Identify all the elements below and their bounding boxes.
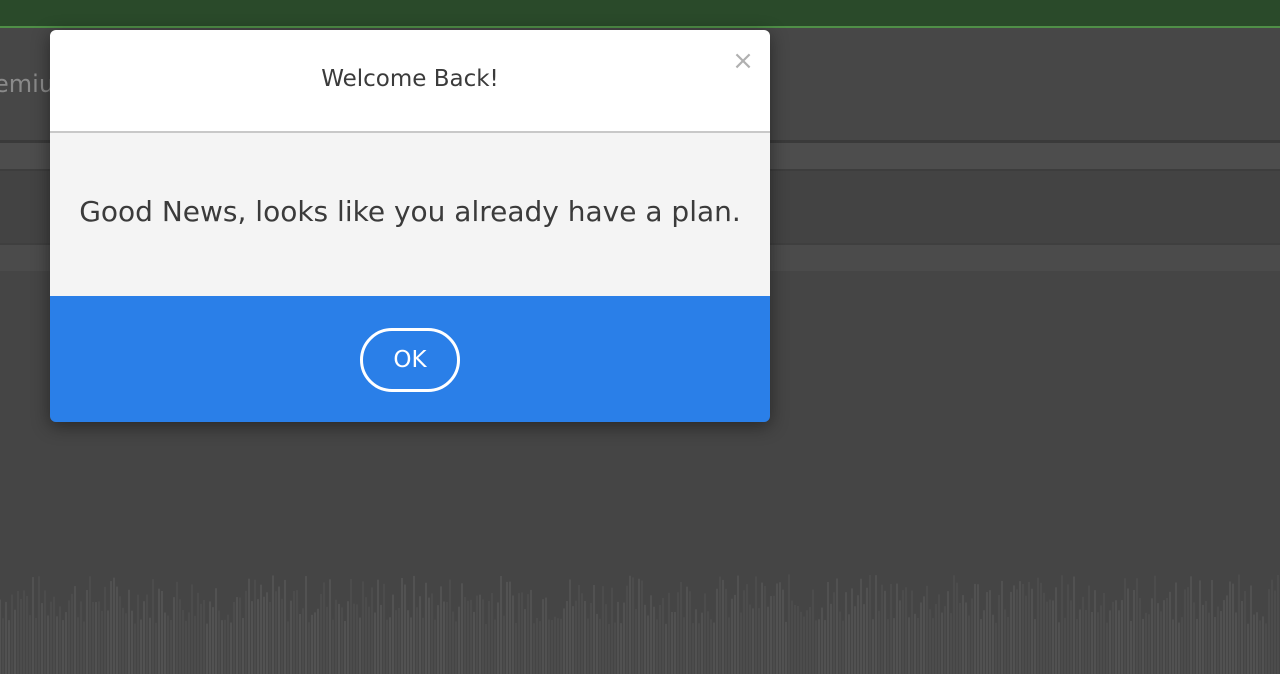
app-window: emiu Welcome Back! × Good News, looks li… [0, 0, 1280, 674]
dialog-body: Good News, looks like you already have a… [50, 133, 770, 296]
dialog-header: Welcome Back! × [50, 30, 770, 133]
background-partial-label: emiu [0, 70, 55, 98]
close-icon[interactable]: × [732, 48, 754, 74]
audio-waveform [0, 574, 1279, 674]
dialog-footer: OK [50, 296, 770, 422]
dialog-message: Good News, looks like you already have a… [79, 195, 741, 228]
welcome-dialog: Welcome Back! × Good News, looks like yo… [50, 30, 770, 422]
ok-button[interactable]: OK [360, 328, 460, 392]
dialog-title: Welcome Back! [321, 66, 499, 92]
top-bar [0, 0, 1280, 28]
